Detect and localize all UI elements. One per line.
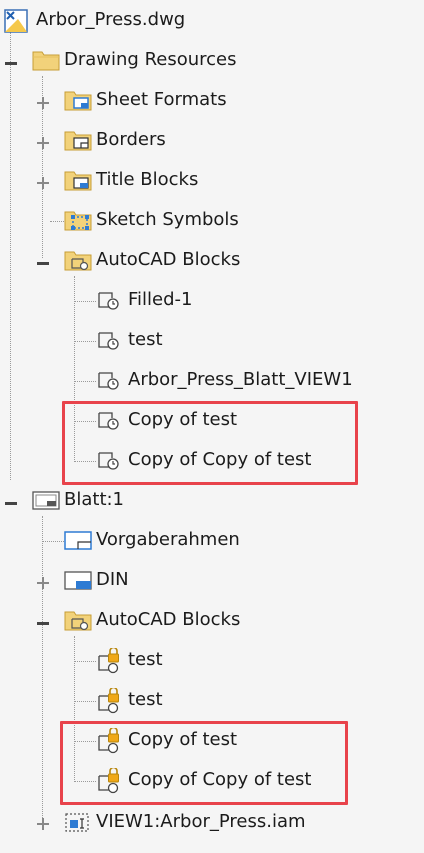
tree-node-locked-block[interactable]: test [96, 680, 163, 720]
node-label: test [128, 689, 163, 710]
tree-node-borders[interactable]: Borders [64, 120, 166, 160]
expand-toggle[interactable] [36, 134, 50, 149]
view-icon [64, 810, 90, 834]
node-label: VIEW1:Arbor_Press.iam [96, 811, 306, 832]
collapse-toggle[interactable] [36, 614, 50, 628]
tree-line [42, 541, 64, 542]
node-label: Sheet Formats [96, 89, 227, 110]
highlight-box [60, 721, 348, 805]
title-block-icon [64, 568, 92, 592]
tree-node-sketch-symbols[interactable]: Sketch Symbols [64, 200, 239, 240]
tree-node-autocad-blocks[interactable]: AutoCAD Blocks [64, 600, 240, 640]
collapse-toggle[interactable] [4, 494, 18, 508]
node-label: AutoCAD Blocks [96, 249, 241, 270]
tree-line [74, 381, 96, 382]
tree-line [74, 341, 96, 342]
tree-node-autocad-blocks[interactable]: AutoCAD Blocks [64, 240, 240, 280]
tree-line [74, 661, 96, 662]
node-label: AutoCAD Blocks [96, 609, 241, 630]
locked-block-icon [96, 688, 122, 714]
block-icon [96, 368, 122, 392]
node-label: Arbor_Press_Blatt_VIEW1 [128, 369, 353, 390]
node-label: Sketch Symbols [96, 209, 239, 230]
expand-toggle[interactable] [36, 574, 50, 589]
node-label: Drawing Resources [64, 49, 237, 70]
border-folder-icon [64, 128, 92, 152]
sketch-symbol-folder-icon [64, 208, 92, 232]
tree-node-drawing-resources[interactable]: Drawing Resources [32, 40, 237, 80]
tree-node-sheet-formats[interactable]: Sheet Formats [64, 80, 227, 120]
tree-node-title-block[interactable]: DIN [64, 560, 129, 600]
tree-line [74, 701, 96, 702]
highlight-box [62, 401, 358, 485]
sheet-icon [32, 488, 60, 512]
browser-tree: Arbor_Press.dwg Drawing Resources Sheet … [0, 0, 424, 853]
collapse-toggle[interactable] [36, 254, 50, 268]
block-icon [96, 288, 122, 312]
node-label: Filled-1 [128, 289, 193, 310]
tree-node-block[interactable]: Arbor_Press_Blatt_VIEW1 [96, 360, 353, 400]
node-label: DIN [96, 569, 129, 590]
tree-node-block[interactable]: Filled-1 [96, 280, 193, 320]
tree-line [10, 32, 11, 480]
node-label: Arbor_Press.dwg [36, 9, 186, 30]
node-label: test [128, 649, 163, 670]
collapse-toggle[interactable] [4, 54, 18, 68]
title-block-folder-icon [64, 168, 92, 192]
folder-icon [32, 48, 60, 72]
tree-node-locked-block[interactable]: test [96, 640, 163, 680]
tree-line [74, 301, 96, 302]
tree-node-block[interactable]: test [96, 320, 163, 360]
tree-node-root[interactable]: Arbor_Press.dwg [4, 0, 185, 40]
node-label: Vorgaberahmen [96, 529, 240, 550]
expand-toggle[interactable] [36, 94, 50, 109]
sheet-format-folder-icon [64, 88, 92, 112]
tree-node-border[interactable]: Vorgaberahmen [64, 520, 240, 560]
expand-toggle[interactable] [36, 815, 50, 830]
expand-toggle[interactable] [36, 174, 50, 189]
node-label: Title Blocks [96, 169, 199, 190]
node-label: test [128, 329, 163, 350]
node-label: Borders [96, 129, 166, 150]
autocad-blocks-folder-icon [64, 608, 92, 632]
block-icon [96, 328, 122, 352]
node-label: Blatt:1 [64, 489, 125, 510]
tree-line [42, 516, 43, 822]
border-icon [64, 528, 92, 552]
drawing-file-icon [4, 8, 30, 33]
tree-node-title-blocks[interactable]: Title Blocks [64, 160, 198, 200]
autocad-blocks-folder-icon [64, 248, 92, 272]
tree-node-sheet[interactable]: Blatt:1 [32, 480, 124, 520]
tree-node-view[interactable]: VIEW1:Arbor_Press.iam [64, 802, 306, 842]
locked-block-icon [96, 648, 122, 674]
tree-line [50, 221, 64, 222]
